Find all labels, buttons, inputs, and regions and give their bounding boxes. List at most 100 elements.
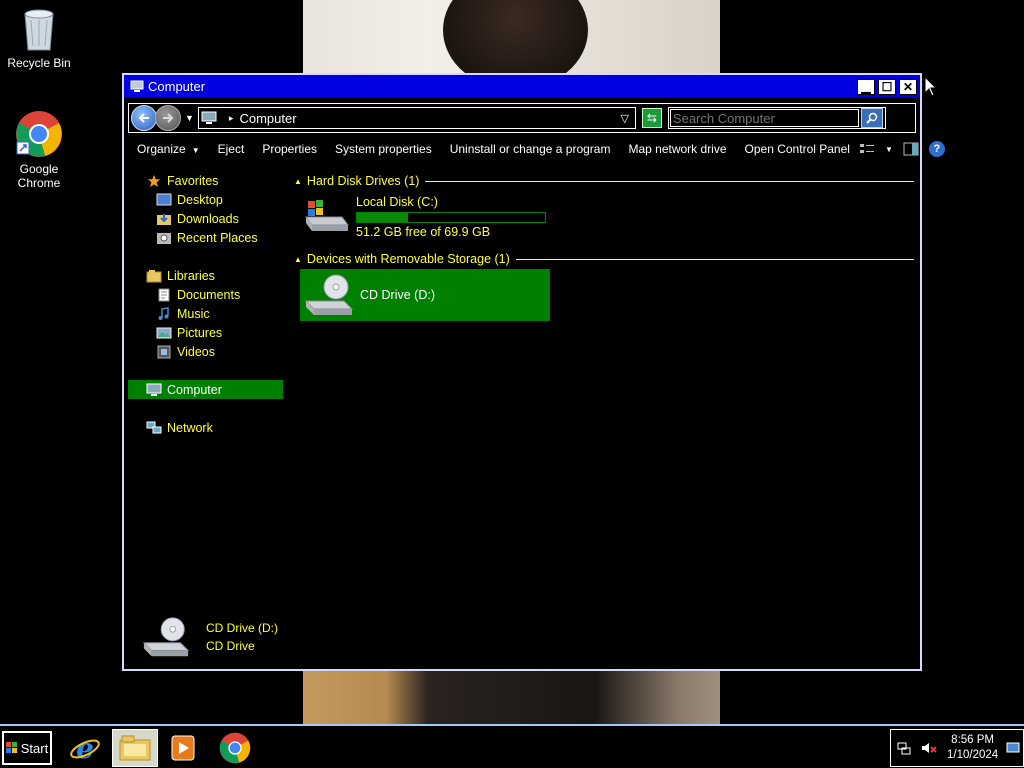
computer-icon <box>146 383 162 396</box>
nav-desktop[interactable]: Desktop <box>128 190 283 209</box>
breadcrumb-chevron[interactable]: ▸ <box>229 113 234 124</box>
nav-label: Pictures <box>177 325 223 340</box>
mouse-cursor-icon <box>924 76 938 97</box>
change-view-icon[interactable] <box>859 142 875 156</box>
network-tray-icon[interactable] <box>897 741 911 755</box>
cd-drive-icon <box>142 617 190 657</box>
uninstall-program-button[interactable]: Uninstall or change a program <box>441 142 620 156</box>
clock-time: 8:56 PM <box>951 734 994 746</box>
chrome-icon <box>219 732 251 764</box>
recent-places-icon <box>157 232 171 244</box>
start-label: Start <box>20 740 49 756</box>
drive-cd-d[interactable]: CD Drive (D:) <box>300 269 550 321</box>
search-input[interactable] <box>669 109 859 127</box>
address-bar[interactable]: ▸ Computer ▽ <box>197 107 636 129</box>
system-properties-button[interactable]: System properties <box>326 142 441 156</box>
nav-favorites[interactable]: Favorites <box>128 171 283 190</box>
nav-label: Downloads <box>177 211 239 226</box>
taskbar-google-chrome[interactable] <box>212 729 258 767</box>
eject-button[interactable]: Eject <box>209 142 254 156</box>
properties-button[interactable]: Properties <box>253 142 326 156</box>
internet-explorer-icon: e <box>70 732 100 764</box>
nav-recent-places[interactable]: Recent Places <box>128 228 283 247</box>
map-network-drive-button[interactable]: Map network drive <box>619 142 735 156</box>
nav-downloads[interactable]: Downloads <box>128 209 283 228</box>
nav-libraries[interactable]: Libraries <box>128 266 283 285</box>
desktop-icon-label: Google Chrome <box>17 162 61 190</box>
maximize-button[interactable]: ☐ <box>878 78 896 95</box>
drive-name: Local Disk (C:) <box>356 195 438 209</box>
recent-pages-dropdown[interactable]: ▼ <box>185 113 194 123</box>
nav-label: Network <box>167 420 213 435</box>
preview-pane-icon[interactable] <box>903 142 919 156</box>
videos-icon <box>157 345 171 358</box>
explorer-window: Computer ▁ ☐ ✕ ▼ ▸ Computer ▽ ⇆ Organize… <box>122 73 945 671</box>
nav-network[interactable]: Network <box>128 418 283 437</box>
nav-videos[interactable]: Videos <box>128 342 283 361</box>
hard-drive-icon <box>305 200 349 231</box>
volume-muted-icon[interactable] <box>921 741 937 755</box>
nav-documents[interactable]: Documents <box>128 285 283 304</box>
wallpaper-photo-bottom <box>303 671 720 724</box>
media-player-icon <box>171 735 195 761</box>
search-icon <box>866 112 878 124</box>
view-options-dropdown[interactable]: ▼ <box>885 145 893 154</box>
close-button[interactable]: ✕ <box>899 78 917 95</box>
help-icon[interactable]: ? <box>928 141 945 157</box>
nav-label: Computer <box>167 382 222 397</box>
desktop-icon-recycle-bin[interactable]: Recycle Bin <box>1 6 77 70</box>
taskbar: Start e 8:56 PM 1/10/2024 <box>0 724 1024 768</box>
drive-free-space: 51.2 GB free of 69.9 GB <box>356 225 491 239</box>
desktop-icon-label: Recycle Bin <box>7 56 71 70</box>
refresh-button[interactable]: ⇆ <box>641 108 662 128</box>
drive-local-disk-c[interactable]: Local Disk (C:) 51.2 GB free of 69.9 GB <box>294 191 914 249</box>
disk-usage-bar <box>356 212 546 223</box>
star-icon <box>147 174 161 187</box>
group-header-label: Devices with Removable Storage (1) <box>306 252 510 266</box>
music-icon <box>158 306 169 320</box>
desktop-icon-google-chrome[interactable]: Google Chrome <box>1 110 77 190</box>
start-button[interactable]: Start <box>2 731 52 765</box>
window-title: Computer <box>148 79 206 94</box>
nav-label: Recent Places <box>177 230 258 245</box>
disk-usage-fill <box>357 213 408 222</box>
nav-music[interactable]: Music <box>128 304 283 323</box>
details-item-name: CD Drive (D:) <box>206 621 278 635</box>
details-pane: CD Drive (D:) CD Drive <box>142 615 278 659</box>
system-tray: 8:56 PM 1/10/2024 <box>890 729 1024 767</box>
nav-pictures[interactable]: Pictures <box>128 323 283 342</box>
chrome-icon <box>15 110 63 158</box>
minimize-button[interactable]: ▁ <box>857 78 875 95</box>
clock[interactable]: 8:56 PM 1/10/2024 <box>947 733 998 763</box>
computer-icon <box>130 80 144 92</box>
folder-icon <box>119 735 151 761</box>
group-header-removable-storage[interactable]: ▲ Devices with Removable Storage (1) <box>294 249 914 269</box>
organize-menu[interactable]: Organize ▼ <box>128 142 209 156</box>
open-control-panel-button[interactable]: Open Control Panel <box>736 142 859 156</box>
arrow-right-icon <box>163 113 174 123</box>
window-titlebar[interactable]: Computer ▁ ☐ ✕ <box>124 75 920 99</box>
arrow-left-icon <box>138 113 149 123</box>
details-item-type: CD Drive <box>206 639 255 653</box>
taskbar-media-player[interactable] <box>160 729 206 767</box>
forward-button[interactable] <box>155 105 181 131</box>
show-desktop-icon[interactable] <box>1006 741 1020 755</box>
organize-label: Organize <box>137 142 186 156</box>
breadcrumb-computer[interactable]: Computer <box>239 111 620 126</box>
libraries-icon <box>146 269 162 282</box>
desktop-icon <box>156 193 172 205</box>
nav-computer[interactable]: Computer <box>128 380 283 399</box>
taskbar-internet-explorer[interactable]: e <box>62 729 108 767</box>
back-button[interactable] <box>131 105 157 131</box>
address-history-dropdown[interactable]: ▽ <box>620 112 628 125</box>
search-button[interactable] <box>860 108 883 128</box>
command-bar: Organize ▼ Eject Properties System proper… <box>128 137 945 161</box>
nav-label: Desktop <box>177 192 223 207</box>
documents-icon <box>158 288 170 301</box>
address-row: ▼ ▸ Computer ▽ ⇆ <box>128 103 916 133</box>
group-header-hard-disk-drives[interactable]: ▲ Hard Disk Drives (1) <box>294 171 914 191</box>
clock-date: 1/10/2024 <box>947 749 999 761</box>
taskbar-windows-explorer[interactable] <box>112 729 158 767</box>
navigation-pane: Favorites Desktop Downloads Recent Place… <box>128 171 283 437</box>
recycle-bin-icon <box>21 6 57 52</box>
